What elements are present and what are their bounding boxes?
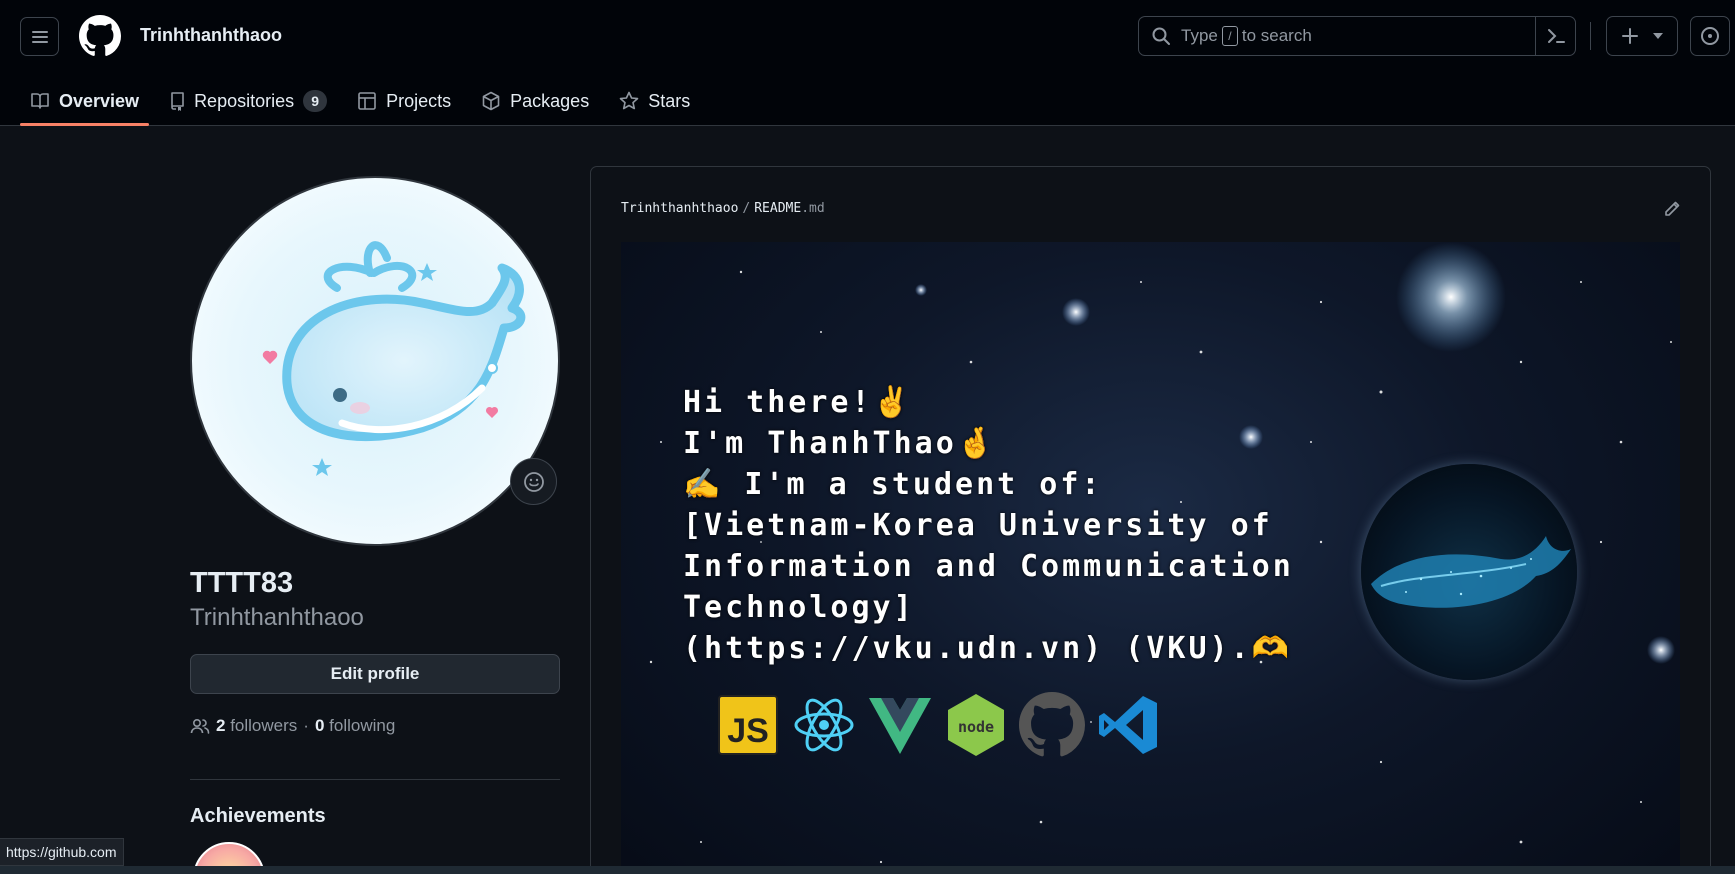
star-icon xyxy=(619,91,639,111)
following-link[interactable]: 0 following xyxy=(315,716,395,736)
taskbar-strip xyxy=(0,866,1735,874)
package-icon xyxy=(481,91,501,111)
create-new-button[interactable] xyxy=(1606,16,1678,56)
command-palette-button[interactable] xyxy=(1535,17,1575,55)
tab-projects[interactable]: Projects xyxy=(347,76,461,126)
banner-line: I'm ThanhThao🤞 xyxy=(683,426,998,461)
status-bar-url: https://github.com xyxy=(0,838,124,866)
set-status-button[interactable] xyxy=(510,458,557,505)
banner-line: Hi there!✌️ xyxy=(683,385,913,420)
issues-button[interactable] xyxy=(1690,16,1730,56)
svg-text:JS: JS xyxy=(727,712,769,750)
search-input[interactable]: Type / to search xyxy=(1138,16,1576,56)
repo-icon xyxy=(169,91,185,111)
sidebar-divider xyxy=(190,779,560,780)
tab-repositories[interactable]: Repositories 9 xyxy=(159,76,337,126)
readme-file-link[interactable]: README.md xyxy=(754,201,824,216)
tab-packages[interactable]: Packages xyxy=(471,76,599,126)
follow-separator: · xyxy=(303,716,309,735)
smiley-icon xyxy=(523,471,545,493)
github-logo-icon[interactable] xyxy=(79,15,121,57)
search-icon xyxy=(1151,26,1171,46)
avatar[interactable] xyxy=(190,176,560,546)
repositories-count-badge: 9 xyxy=(303,90,328,112)
profile-readme: Trinhthanhthaoo / README.md Hi there!✌️ … xyxy=(590,166,1711,874)
banner-line: Information and Communication xyxy=(683,549,1294,584)
whale-circle-image xyxy=(1361,464,1577,680)
whale-avatar-illustration xyxy=(262,241,526,476)
tech-stack-icons: JS node xyxy=(715,692,1161,758)
banner-line: ✍️ I'm a student of: xyxy=(683,467,1103,502)
profile-login: Trinhthanhthaoo xyxy=(190,604,364,631)
achievements-heading: Achievements xyxy=(190,805,326,827)
tab-overview[interactable]: Overview xyxy=(20,76,150,126)
followers-link[interactable]: 2 followers xyxy=(216,716,297,736)
tab-stars-label: Stars xyxy=(648,90,691,111)
vue-icon xyxy=(867,692,933,758)
header-divider xyxy=(1590,22,1591,50)
edit-profile-button[interactable]: Edit profile xyxy=(190,654,560,694)
readme-intro-text: Hi there!✌️ I'm ThanhThao🤞 ✍️ I'm a stud… xyxy=(683,382,1294,669)
book-icon xyxy=(30,92,50,110)
profile-display-name: TTTT83 xyxy=(190,567,294,599)
issue-opened-icon xyxy=(1700,26,1720,46)
chevron-down-icon xyxy=(1653,33,1663,39)
terminal-icon xyxy=(1546,27,1566,45)
tab-stars[interactable]: Stars xyxy=(609,76,700,126)
tab-overview-label: Overview xyxy=(59,90,140,111)
banner-line: (https://vku.udn.vn) (VKU).🫶 xyxy=(683,631,1293,666)
banner-line: [Vietnam-Korea University of xyxy=(683,508,1273,543)
react-icon xyxy=(791,692,857,758)
banner-line: Technology] xyxy=(683,590,915,625)
slash-key-hint: / xyxy=(1221,26,1238,46)
nodejs-icon: node xyxy=(943,692,1009,758)
readme-breadcrumb: Trinhthanhthaoo / README.md xyxy=(621,201,825,216)
readme-banner-image: Hi there!✌️ I'm ThanhThao🤞 ✍️ I'm a stud… xyxy=(621,242,1680,874)
table-icon xyxy=(357,91,377,111)
github-icon xyxy=(1019,692,1085,758)
search-placeholder: Type / to search xyxy=(1181,26,1312,46)
global-header: Trinhthanhthaoo Type / to search Overvie… xyxy=(0,0,1735,126)
vscode-icon xyxy=(1095,692,1161,758)
menu-button[interactable] xyxy=(20,17,59,56)
tab-projects-label: Projects xyxy=(386,90,452,111)
plus-icon xyxy=(1621,27,1639,45)
follow-stats: 2 followers · 0 following xyxy=(190,716,395,736)
pencil-icon[interactable] xyxy=(1662,199,1682,219)
tab-repositories-label: Repositories xyxy=(194,90,295,111)
hamburger-icon xyxy=(31,29,49,45)
svg-text:node: node xyxy=(958,718,994,736)
header-username[interactable]: Trinhthanhthaoo xyxy=(140,25,282,46)
tab-packages-label: Packages xyxy=(510,90,590,111)
javascript-icon: JS xyxy=(715,692,781,758)
people-icon xyxy=(190,717,210,735)
readme-owner-link[interactable]: Trinhthanhthaoo xyxy=(621,201,738,216)
profile-tabs: Overview Repositories 9 Projects Package… xyxy=(20,76,710,126)
